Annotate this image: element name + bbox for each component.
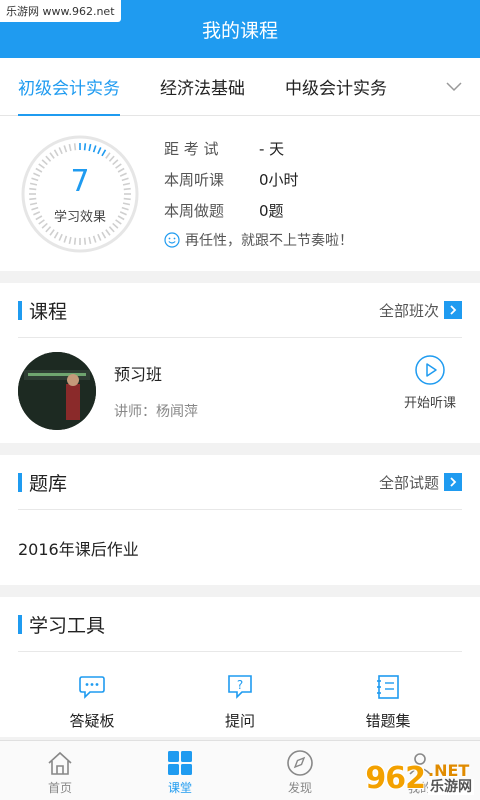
arrow-right-icon [444,473,462,491]
motivation-note: 再任性，就跟不上节奏啦！ [164,226,353,254]
notebook-icon [377,675,399,699]
gauge-value: 7 [70,163,90,199]
course-item[interactable]: 预习班 讲师：杨闻萍 开始听课 [18,338,462,443]
play-icon [415,355,445,385]
tool-qa-board[interactable]: 答疑板 [47,674,137,737]
course-teacher: 讲师：杨闻萍 [114,403,198,420]
course-section: 课程 全部班次 预习班 讲师：杨闻萍 开始听课 [0,283,480,443]
gauge-tick [73,237,77,245]
study-effect-gauge: 7 学习效果 [20,134,140,254]
tool-label: 提问 [224,712,255,730]
subject-tabs: 初级会计实务 经济法基础 中级会计实务 [0,58,480,116]
question-bank-section: 题库 全部试题 2016年课后作业 [0,455,480,585]
watermark-logo-text: 962 [365,761,426,796]
play-label: 开始听课 [403,396,456,411]
stat-label: 距 考 试 [164,140,219,158]
stat-row-practice: 本周做题 0题 [164,195,353,226]
nav-classroom[interactable]: 课堂 [120,741,240,800]
section-title: 学习工具 [18,611,105,638]
watermark-cn: 乐游网 [428,778,474,795]
page-title: 我的课程 [201,19,278,42]
nav-label: 首页 [47,781,72,795]
tool-label: 答疑板 [69,712,115,730]
watermark-net: .NET [428,760,470,780]
study-stats: 7 学习效果 距 考 试 - 天 本周听课 0小时 本周做题 0题 再任性，就跟… [0,116,480,271]
stat-value: - 天 [259,140,285,158]
smile-icon [164,232,180,248]
nav-home[interactable]: 首页 [0,741,120,800]
tab-subject-2[interactable]: 经济法基础 [160,58,245,116]
gauge-tick [83,142,87,150]
stat-label: 本周听课 [164,171,225,189]
stat-value: 0小时 [259,171,299,189]
stat-row-listen: 本周听课 0小时 [164,164,353,195]
note-text: 再任性，就跟不上节奏啦！ [185,233,353,249]
svg-text:?: ? [237,678,243,692]
stat-label: 本周做题 [164,202,225,220]
nav-label: 发现 [287,781,312,795]
tool-label: 错题集 [365,712,411,730]
tab-subject-3[interactable]: 中级会计实务 [285,58,387,116]
compass-icon [287,750,313,776]
course-name: 预习班 [114,364,163,384]
question-set-item[interactable]: 2016年课后作业 [18,510,462,585]
all-questions-link[interactable]: 全部试题 [379,472,462,493]
nav-label: 课堂 [167,781,192,795]
watermark-text: 乐游网 www.962.net [0,0,121,22]
watermark-logo: 962 .NET 乐游网 [365,761,474,796]
gauge-tick [73,142,77,150]
tool-ask[interactable]: ? 提问 [195,674,285,737]
chat-bubble-icon [79,676,105,699]
study-tools-section: 学习工具 答疑板 ? 提问 错题集 [0,597,480,737]
gauge-tick [83,237,87,245]
section-title: 课程 [18,297,67,324]
home-icon [48,751,72,775]
start-listening-button[interactable]: 开始听课 [402,354,458,411]
stat-value: 0题 [259,202,284,220]
gauge-label: 学习效果 [53,209,106,225]
all-classes-link[interactable]: 全部班次 [379,300,462,321]
grid-icon [168,751,192,775]
arrow-right-icon [444,301,462,319]
chevron-down-icon[interactable] [444,76,464,96]
tool-wrong-set[interactable]: 错题集 [343,674,433,737]
course-thumbnail [18,351,96,430]
tab-subject-1[interactable]: 初级会计实务 [18,58,120,116]
stat-row-exam: 距 考 试 - 天 [164,133,353,164]
section-title: 题库 [18,469,67,496]
question-icon: ? [228,675,252,699]
nav-discover[interactable]: 发现 [240,741,360,800]
